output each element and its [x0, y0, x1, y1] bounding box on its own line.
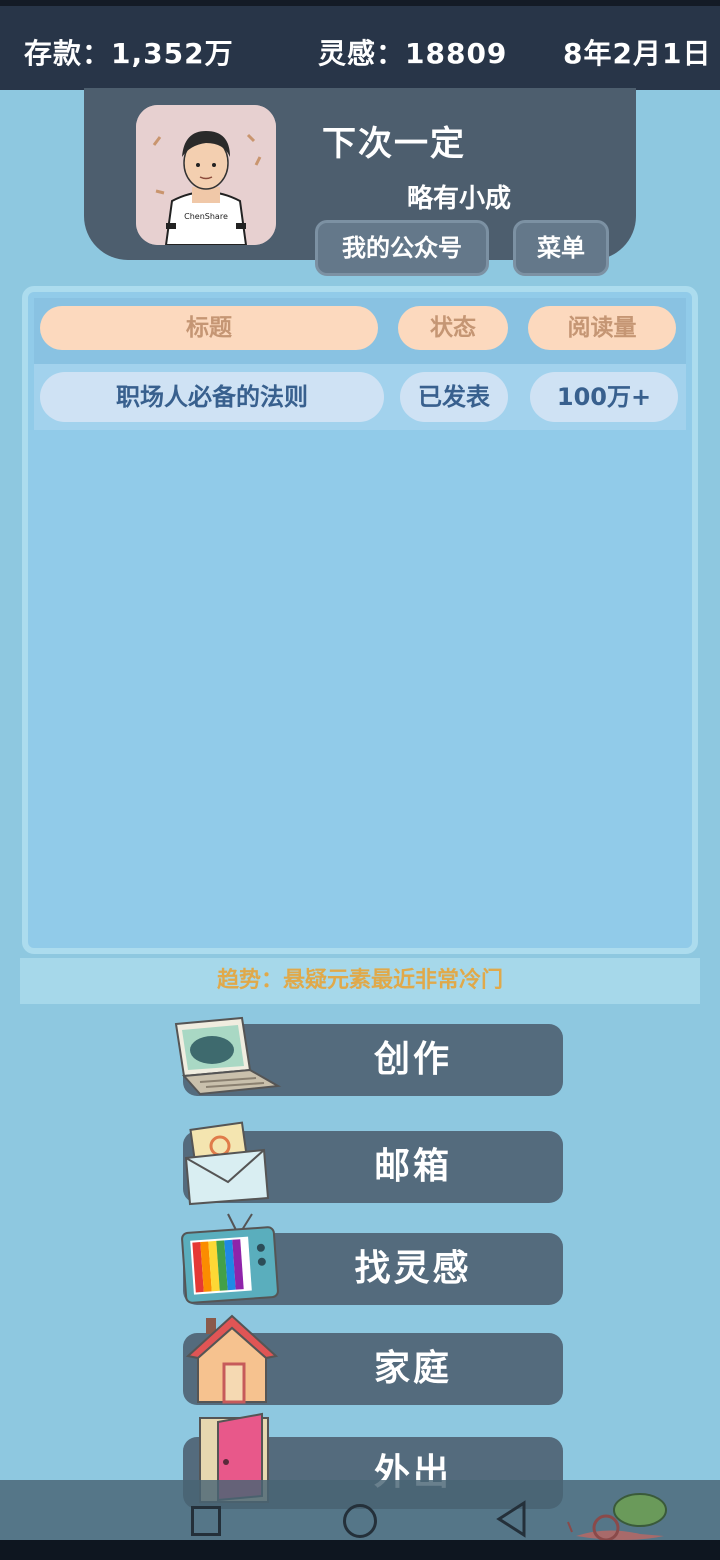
- avatar-shirt-text: ChenShare: [184, 212, 228, 221]
- my-account-button[interactable]: 我的公众号: [315, 220, 489, 276]
- inspiration-stat: 灵感：18809: [318, 37, 508, 70]
- header-reads[interactable]: 阅读量: [528, 306, 676, 350]
- article-title[interactable]: 职场人必备的法则: [40, 372, 384, 422]
- top-status-bar: 存款：1,352万 灵感：18809 8年2月1日: [0, 0, 720, 90]
- family-label: 家庭: [373, 1348, 452, 1389]
- article-reads: 100万+: [530, 372, 678, 422]
- house-icon: [185, 1314, 279, 1404]
- create-label: 创作: [373, 1039, 452, 1080]
- header-status[interactable]: 状态: [398, 306, 508, 350]
- table-row[interactable]: 职场人必备的法则 已发表 100万+: [34, 364, 686, 430]
- find-inspiration-label: 找灵感: [354, 1248, 472, 1289]
- mail-envelope-icon: [184, 1121, 270, 1206]
- articles-table: 标题 状态 阅读量 职场人必备的法则 已发表 100万+: [22, 286, 698, 954]
- laptop-icon: [174, 1016, 282, 1096]
- mailbox-label: 邮箱: [373, 1146, 452, 1187]
- menu-button[interactable]: 菜单: [513, 220, 609, 276]
- triangle-back-icon[interactable]: [496, 1500, 528, 1538]
- header-title[interactable]: 标题: [40, 306, 378, 350]
- trend-banner: 趋势：悬疑元素最近非常冷门: [20, 958, 700, 1004]
- profile-card: ChenShare 下次一定 略有小成 我的公众号 菜单: [84, 88, 636, 276]
- savings-stat: 存款：1,352万: [24, 37, 234, 70]
- game-date: 8年2月1日: [563, 37, 712, 70]
- circle-icon[interactable]: [343, 1504, 377, 1538]
- article-status: 已发表: [400, 372, 508, 422]
- square-icon[interactable]: [191, 1506, 221, 1536]
- player-rank: 略有小成: [407, 184, 512, 214]
- avatar-portrait-icon: ChenShare: [136, 105, 276, 245]
- snail-leaf-icon: [567, 1493, 667, 1542]
- table-header: 标题 状态 阅读量: [34, 298, 686, 364]
- avatar[interactable]: ChenShare: [136, 105, 276, 245]
- player-name: 下次一定: [322, 124, 466, 164]
- tv-icon: [181, 1213, 279, 1304]
- bottom-strip: [0, 1540, 720, 1560]
